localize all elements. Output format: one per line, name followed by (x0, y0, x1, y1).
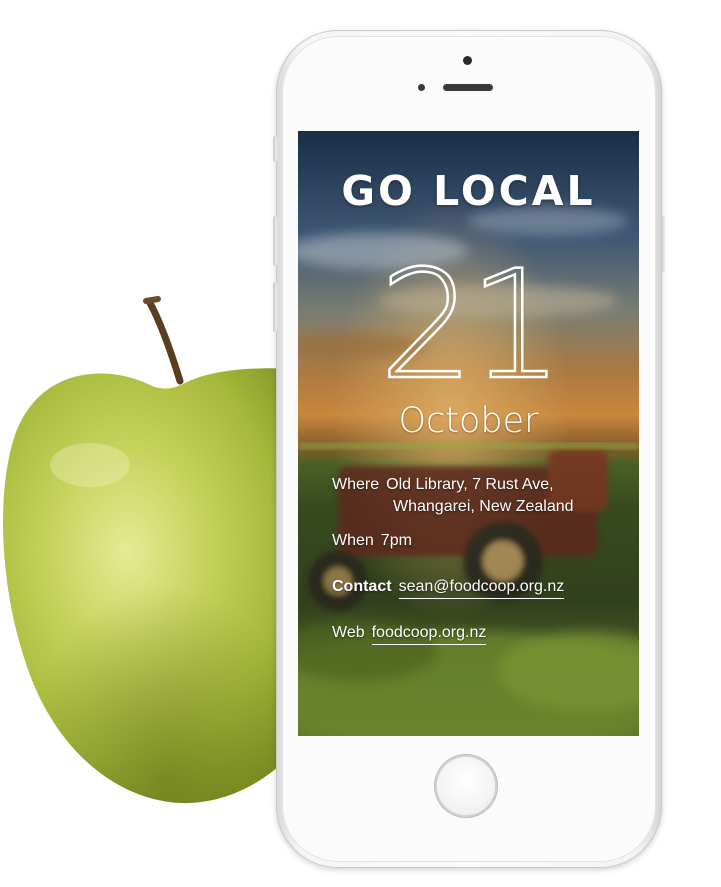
earpiece-speaker (443, 84, 493, 91)
when-value: 7pm (380, 532, 412, 549)
event-month: October (398, 401, 539, 441)
where-label: Where (332, 476, 380, 493)
when-label: When (332, 532, 374, 549)
volume-up-button (273, 216, 277, 266)
web-url-link[interactable]: foodcoop.org.nz (371, 624, 487, 645)
proximity-sensor (418, 84, 425, 91)
web-label: Web (332, 624, 365, 641)
home-button-icon[interactable] (437, 757, 495, 815)
phone-camera-icon (463, 56, 472, 65)
contact-label: Contact (332, 578, 392, 595)
contact-email-link[interactable]: sean@foodcoop.org.nz (398, 578, 565, 599)
where-line2: Whangarei, New Zealand (393, 498, 574, 515)
event-card: GO LOCAL 21 October Where Old Library, 7 … (298, 131, 639, 736)
contact-row: Contact sean@foodcoop.org.nz (332, 578, 565, 599)
mute-switch (273, 136, 277, 162)
iphone-mockup: GO LOCAL 21 October Where Old Library, 7 … (273, 30, 665, 868)
web-row: Web foodcoop.org.nz (332, 624, 487, 645)
event-day: 21 (378, 239, 565, 413)
event-title: GO LOCAL (341, 167, 596, 215)
phone-screen: GO LOCAL 21 October Where Old Library, 7 … (298, 131, 639, 736)
where-line1: Old Library, 7 Rust Ave, (386, 476, 554, 493)
mockup-stage: GO LOCAL 21 October Where Old Library, 7 … (0, 0, 721, 887)
where-row: Where Old Library, 7 Rust Ave, (332, 476, 554, 494)
power-button (661, 216, 665, 272)
volume-down-button (273, 282, 277, 332)
when-row: When 7pm (332, 532, 412, 550)
